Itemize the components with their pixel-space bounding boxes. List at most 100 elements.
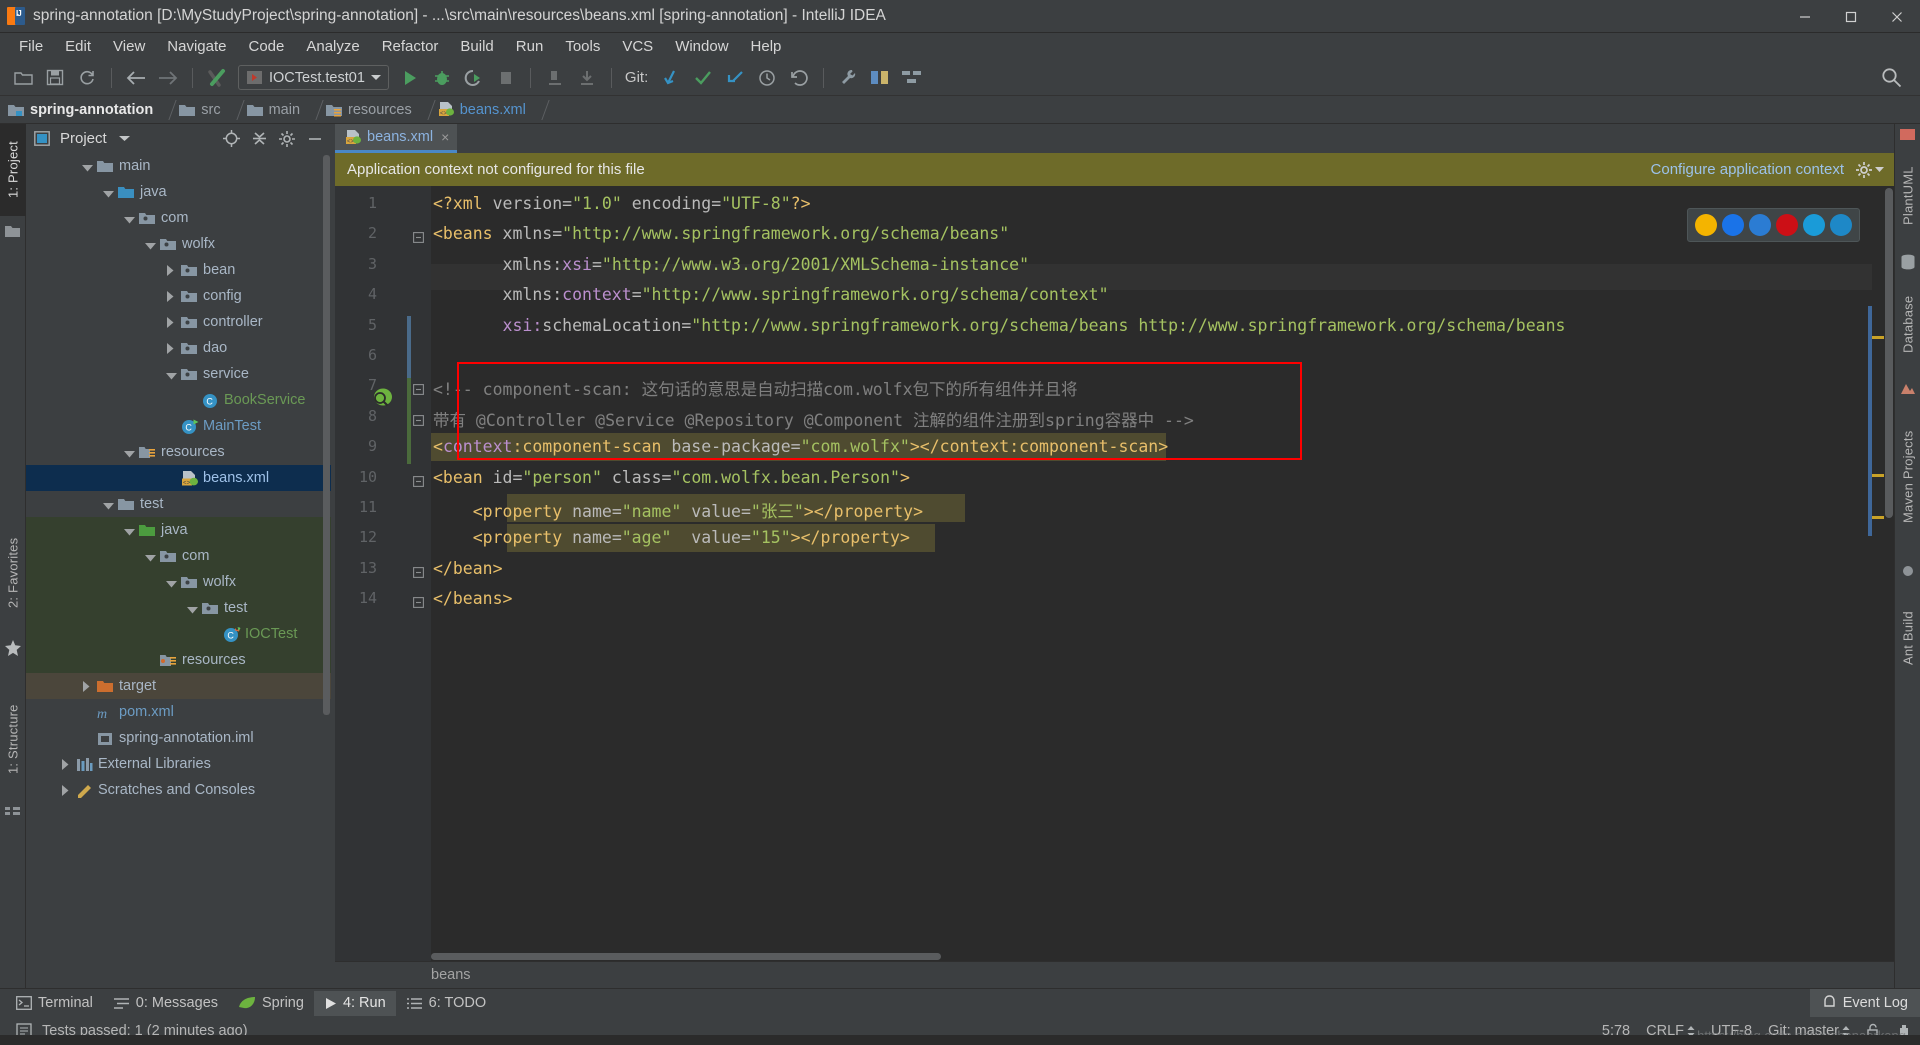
- run-coverage-icon[interactable]: [459, 64, 489, 92]
- fold-marker-icon[interactable]: [413, 474, 424, 487]
- menu-tools[interactable]: Tools: [554, 36, 611, 57]
- chevron-right-icon[interactable]: [166, 316, 179, 329]
- tree-node-maintest[interactable]: C MainTest: [26, 413, 331, 439]
- safari-icon[interactable]: [1749, 214, 1771, 236]
- commit-icon[interactable]: [688, 64, 718, 92]
- chrome-icon[interactable]: [1695, 214, 1717, 236]
- chevron-down-icon[interactable]: [82, 160, 95, 173]
- forward-arrow-icon[interactable]: [153, 64, 183, 92]
- spring-bean-gutter-icon[interactable]: [371, 386, 395, 415]
- code-line[interactable]: <!-- component-scan: 这句话的意思是自动扫描com.wolf…: [433, 376, 1078, 400]
- tree-node-beans-xml[interactable]: <> beans.xml: [26, 465, 331, 491]
- sidebar-item-maven[interactable]: Maven Projects: [1895, 402, 1920, 552]
- breadcrumb-item-file[interactable]: <> beans.xml: [438, 96, 552, 124]
- project-files-icon[interactable]: [5, 224, 21, 238]
- tree-node-external-libraries[interactable]: External Libraries: [26, 751, 331, 777]
- chevron-right-icon[interactable]: [166, 264, 179, 277]
- error-stripe-markers[interactable]: [1872, 186, 1884, 961]
- diff-icon[interactable]: [865, 64, 895, 92]
- code-line[interactable]: 带有 @Controller @Service @Repository @Com…: [433, 407, 1194, 431]
- menu-refactor[interactable]: Refactor: [371, 36, 450, 57]
- profile-icon[interactable]: [540, 64, 570, 92]
- run-configuration-selector[interactable]: IOCTest.test01: [238, 65, 389, 90]
- code-line[interactable]: xsi:schemaLocation="http://www.springfra…: [433, 316, 1566, 335]
- editor-vertical-scrollbar[interactable]: [1884, 186, 1894, 961]
- tree-node-java[interactable]: java: [26, 517, 331, 543]
- sync-icon[interactable]: [72, 64, 102, 92]
- tree-node-controller[interactable]: controller: [26, 309, 331, 335]
- debug-icon[interactable]: [427, 64, 457, 92]
- chevron-down-icon[interactable]: [103, 186, 116, 199]
- bottom-tab-todo[interactable]: 6: TODO: [396, 991, 496, 1016]
- code-line[interactable]: xmlns:context="http://www.springframewor…: [433, 285, 1109, 304]
- code-line[interactable]: <property name="age" value="15"></proper…: [433, 528, 910, 547]
- menu-edit[interactable]: Edit: [54, 36, 102, 57]
- chevron-down-icon[interactable]: [166, 368, 179, 381]
- code-line[interactable]: xmlns:xsi="http://www.w3.org/2001/XMLSch…: [433, 255, 1030, 274]
- tree-node-test[interactable]: test: [26, 491, 331, 517]
- open-folder-icon[interactable]: [8, 64, 38, 92]
- menu-run[interactable]: Run: [505, 36, 555, 57]
- breadcrumb-item-src[interactable]: src: [179, 96, 246, 124]
- tree-node-bookservice[interactable]: C BookService: [26, 387, 331, 413]
- tree-node-pom-xml[interactable]: m pom.xml: [26, 699, 331, 725]
- menu-code[interactable]: Code: [237, 36, 295, 57]
- bottom-tab-messages[interactable]: 0: Messages: [103, 991, 228, 1016]
- code-line[interactable]: </beans>: [433, 589, 512, 608]
- tree-node-test[interactable]: test: [26, 595, 331, 621]
- chevron-down-icon[interactable]: [145, 550, 158, 563]
- sidebar-item-favorites[interactable]: 2: Favorites: [0, 514, 26, 632]
- notification-settings[interactable]: [1856, 161, 1884, 178]
- tree-node-resources[interactable]: resources: [26, 647, 331, 673]
- tree-node-main[interactable]: main: [26, 153, 331, 179]
- build-icon[interactable]: [202, 64, 232, 92]
- tree-node-com[interactable]: com: [26, 543, 331, 569]
- stop-icon[interactable]: [491, 64, 521, 92]
- tree-node-resources[interactable]: resources: [26, 439, 331, 465]
- back-arrow-icon[interactable]: [121, 64, 151, 92]
- menu-file[interactable]: File: [8, 36, 54, 57]
- run-icon[interactable]: [395, 64, 425, 92]
- tree-node-ioctest[interactable]: C IOCTest: [26, 621, 331, 647]
- menu-analyze[interactable]: Analyze: [295, 36, 370, 57]
- chevron-right-icon[interactable]: [61, 784, 74, 797]
- sidebar-item-project[interactable]: 1: Project: [0, 124, 26, 216]
- configure-application-context-link[interactable]: Configure application context: [1651, 161, 1844, 178]
- push-icon[interactable]: [720, 64, 750, 92]
- code-line[interactable]: <property name="name" value="张三"></prope…: [433, 498, 923, 522]
- code-content[interactable]: <?xml version="1.0" encoding="UTF-8"?> <b…: [431, 186, 1894, 961]
- tree-node-service[interactable]: service: [26, 361, 331, 387]
- menu-view[interactable]: View: [102, 36, 156, 57]
- close-button[interactable]: [1874, 0, 1920, 33]
- ie-icon[interactable]: [1803, 214, 1825, 236]
- editor-gutter[interactable]: 1 2 3 4 5 6 7 8 9 10 11 12 13 14: [335, 186, 431, 961]
- tree-node-bean[interactable]: bean: [26, 257, 331, 283]
- chevron-right-icon[interactable]: [166, 342, 179, 355]
- tab-beans-xml[interactable]: <> beans.xml ×: [335, 124, 458, 153]
- chevron-right-icon[interactable]: [61, 758, 74, 771]
- tree-node-spring-annotation-iml[interactable]: spring-annotation.iml: [26, 725, 331, 751]
- settings-gear-icon[interactable]: [275, 127, 299, 151]
- code-line[interactable]: <beans xmlns="http://www.springframework…: [433, 224, 1009, 243]
- maximize-button[interactable]: [1828, 0, 1874, 33]
- collapse-all-icon[interactable]: [247, 127, 271, 151]
- tree-node-config[interactable]: config: [26, 283, 331, 309]
- fold-marker-icon[interactable]: [413, 382, 424, 396]
- menu-window[interactable]: Window: [664, 36, 739, 57]
- tree-node-wolfx[interactable]: wolfx: [26, 569, 331, 595]
- chevron-down-icon[interactable]: [103, 498, 116, 511]
- firefox-icon[interactable]: [1722, 214, 1744, 236]
- sidebar-item-database[interactable]: Database: [1895, 276, 1920, 372]
- locate-icon[interactable]: [219, 127, 243, 151]
- chevron-down-icon[interactable]: [124, 524, 137, 537]
- menu-navigate[interactable]: Navigate: [156, 36, 237, 57]
- history-icon[interactable]: [752, 64, 782, 92]
- opera-icon[interactable]: [1776, 214, 1798, 236]
- sidebar-item-plantuml[interactable]: PlantUML: [1895, 148, 1920, 244]
- close-icon[interactable]: ×: [441, 129, 449, 145]
- attach-icon[interactable]: [572, 64, 602, 92]
- tree-node-com[interactable]: com: [26, 205, 331, 231]
- bottom-tab-run[interactable]: 4: Run: [313, 990, 396, 1016]
- bottom-tab-terminal[interactable]: Terminal: [6, 991, 103, 1016]
- sidebar-item-ant[interactable]: Ant Build: [1895, 586, 1920, 690]
